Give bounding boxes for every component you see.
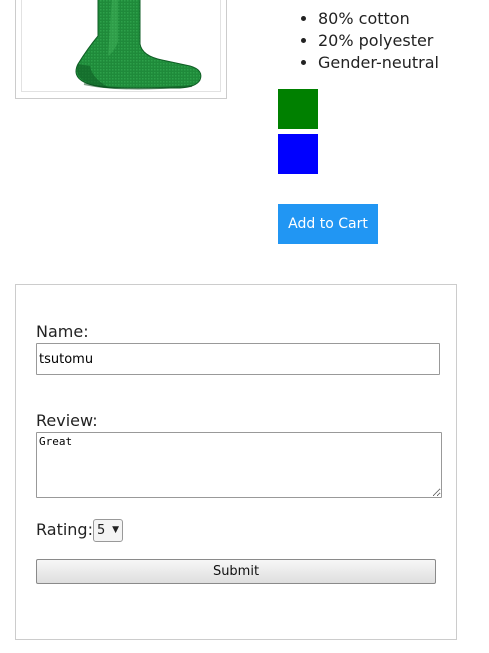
product-features-list: 80% cotton 20% polyester Gender-neutral (278, 8, 439, 74)
product-image (21, 0, 221, 92)
rating-select[interactable]: 5 ▼ (93, 519, 123, 542)
name-label: Name: (36, 322, 89, 341)
color-swatch-blue[interactable] (278, 134, 318, 174)
green-sock-image (75, 0, 202, 90)
name-input[interactable] (36, 343, 440, 375)
product-page: 80% cotton 20% polyester Gender-neutral … (0, 0, 489, 653)
submit-button[interactable]: Submit (36, 559, 436, 584)
add-to-cart-button[interactable]: Add to Cart (278, 204, 378, 244)
color-swatch-green[interactable] (278, 89, 318, 129)
review-textarea[interactable]: Great (36, 432, 442, 498)
dropdown-arrow-icon: ▼ (112, 525, 119, 535)
product-image-frame (15, 0, 227, 99)
feature-item: 20% polyester (318, 30, 439, 52)
rating-value: 5 (97, 523, 106, 538)
feature-item: Gender-neutral (318, 52, 439, 74)
rating-label: Rating: (36, 520, 93, 539)
feature-item: 80% cotton (318, 8, 439, 30)
review-form: Name: Review: Great Rating: 5 ▼ Submit (15, 284, 457, 640)
review-label: Review: (36, 411, 98, 430)
